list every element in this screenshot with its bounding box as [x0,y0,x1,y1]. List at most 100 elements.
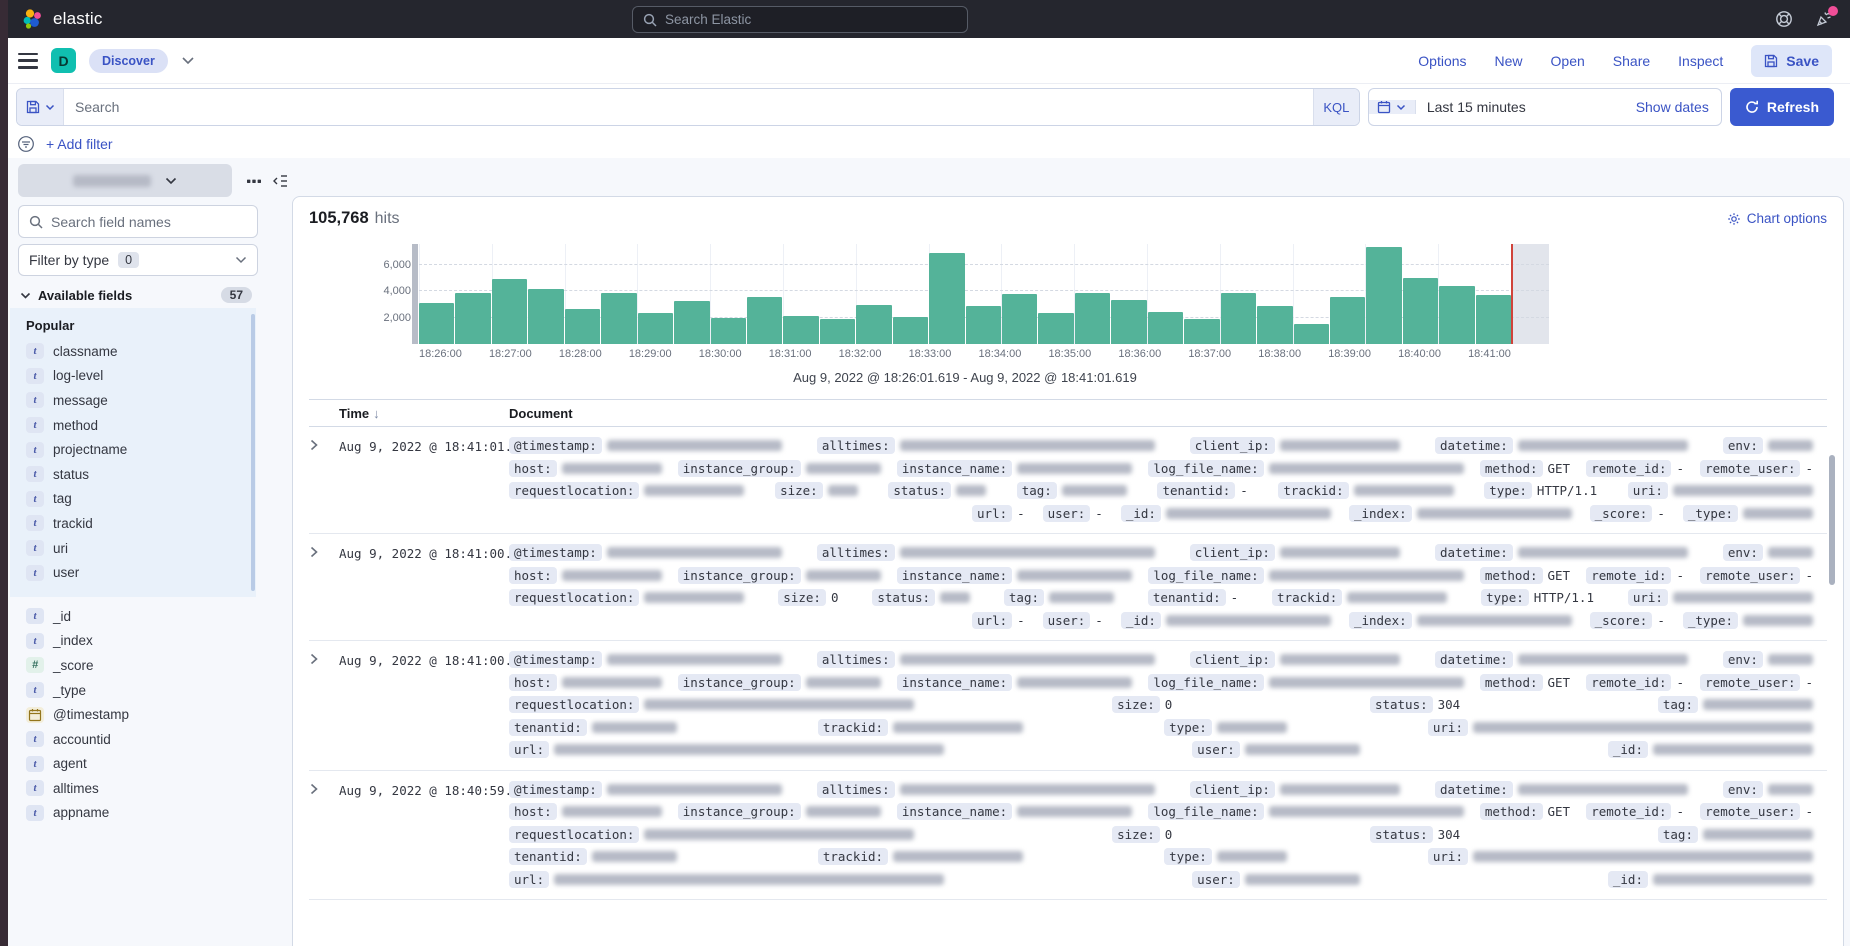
histogram-bar[interactable] [492,279,527,344]
newsfeed-icon[interactable] [1814,9,1834,29]
histogram-bar[interactable] [747,297,782,344]
histogram-bar[interactable] [1476,295,1511,344]
field-item-_score[interactable]: #_score [10,653,260,678]
field-item-alltimes[interactable]: talltimes [10,776,260,801]
field-item-method[interactable]: tmethod [10,413,256,438]
histogram-bar[interactable] [1184,319,1219,344]
histogram-bar[interactable] [1111,300,1146,344]
sort-desc-icon[interactable]: ↓ [373,406,380,421]
histogram-bar[interactable] [601,293,636,344]
histogram-bar[interactable] [1257,306,1292,344]
field-item-uri[interactable]: turi [10,536,256,561]
field-value-redacted [1417,615,1572,626]
show-dates-button[interactable]: Show dates [1636,99,1721,115]
histogram-bar[interactable] [528,289,563,344]
field-key-badge: size: [775,482,823,499]
time-column-header[interactable]: Time ↓ [339,406,509,421]
field-search-input[interactable] [51,214,247,230]
field-search[interactable] [18,205,258,238]
navbar-link-share[interactable]: Share [1613,53,1650,69]
expand-row-icon[interactable] [309,650,339,760]
histogram-bar[interactable] [820,319,855,344]
field-item-_type[interactable]: t_type [10,678,260,703]
filter-by-type[interactable]: Filter by type 0 [18,244,258,276]
field-token: trackid: [818,848,1023,865]
field-item-user[interactable]: tuser [10,560,256,585]
histogram-bar[interactable] [1221,293,1256,344]
histogram-bar[interactable] [966,306,1001,344]
field-item-appname[interactable]: tappname [10,801,260,826]
field-item-classname[interactable]: tclassname [10,339,256,364]
histogram-bar[interactable] [1403,278,1438,344]
table-scrollbar[interactable] [1829,455,1835,585]
navbar-link-open[interactable]: Open [1551,53,1585,69]
navbar-link-options[interactable]: Options [1418,53,1466,69]
sidebar-scrollbar[interactable] [251,314,255,591]
histogram-bar[interactable] [1366,247,1401,344]
histogram-bar[interactable] [1294,324,1329,344]
menu-toggle-icon[interactable] [18,53,38,69]
kql-search-input[interactable] [64,89,1313,125]
histogram-bar[interactable] [783,316,818,344]
histogram-bar[interactable] [929,253,964,344]
filter-icon[interactable] [17,135,35,153]
field-item-agent[interactable]: tagent [10,752,260,777]
histogram-bar[interactable] [856,305,891,344]
field-token: user: [1192,871,1360,888]
global-search-input[interactable] [665,12,957,27]
field-item-trackid[interactable]: ttrackid [10,511,256,536]
histogram-bar[interactable] [1038,313,1073,344]
field-item-@timestamp[interactable]: @timestamp [10,702,260,727]
histogram-bar[interactable] [1002,294,1037,344]
field-item-_id[interactable]: t_id [10,604,260,629]
histogram-bar[interactable] [1148,312,1183,344]
save-button[interactable]: Save [1751,45,1832,77]
histogram-bar[interactable] [419,303,454,344]
x-axis-tick-label: 18:40:00 [1398,348,1441,360]
chart-options-button[interactable]: Chart options [1727,211,1827,226]
expand-row-icon[interactable] [309,780,339,890]
collapse-sidebar-icon[interactable] [272,173,288,189]
field-settings-icon[interactable] [246,173,262,189]
field-key-badge: requestlocation: [509,696,639,713]
navbar-link-new[interactable]: New [1495,53,1523,69]
histogram-bar[interactable] [893,317,928,344]
field-item-status[interactable]: tstatus [10,462,256,487]
histogram-bar[interactable] [455,293,490,344]
expand-row-icon[interactable] [309,436,339,523]
data-view-selector[interactable] [18,164,232,197]
histogram-bar[interactable] [1439,286,1474,344]
histogram-bar[interactable] [565,309,600,344]
field-item-projectname[interactable]: tprojectname [10,437,256,462]
navbar-link-inspect[interactable]: Inspect [1678,53,1723,69]
time-range-value[interactable]: Last 15 minutes [1416,99,1636,115]
available-fields-header[interactable]: Available fields 57 [20,287,252,303]
discover-app-badge[interactable]: D [51,48,76,73]
histogram-bar[interactable] [711,318,746,344]
field-key-badge: remote_user: [1700,674,1800,691]
histogram-bar[interactable] [674,301,709,344]
field-key-badge: url: [972,612,1012,629]
help-icon[interactable] [1774,9,1794,29]
field-item-tag[interactable]: ttag [10,487,256,512]
field-key-badge: tag: [1004,589,1044,606]
refresh-button[interactable]: Refresh [1730,88,1834,126]
date-quick-menu[interactable] [1369,100,1416,114]
global-search[interactable] [632,6,968,33]
chevron-down-icon[interactable] [181,56,195,65]
kql-language-button[interactable]: KQL [1313,89,1359,125]
field-item-accountid[interactable]: taccountid [10,727,260,752]
field-item-_index[interactable]: t_index [10,629,260,654]
histogram-bar[interactable] [1075,293,1110,344]
field-token: type: [1164,719,1287,736]
expand-row-icon[interactable] [309,543,339,630]
field-value-redacted [1280,440,1400,451]
field-item-log-level[interactable]: tlog-level [10,364,256,389]
saved-query-menu[interactable] [17,89,64,125]
field-type-string-icon: t [26,417,44,433]
breadcrumb[interactable]: Discover [89,49,168,73]
field-item-message[interactable]: tmessage [10,388,256,413]
add-filter-button[interactable]: + Add filter [46,136,113,152]
histogram-bar[interactable] [1330,297,1365,344]
histogram-bar[interactable] [638,313,673,344]
